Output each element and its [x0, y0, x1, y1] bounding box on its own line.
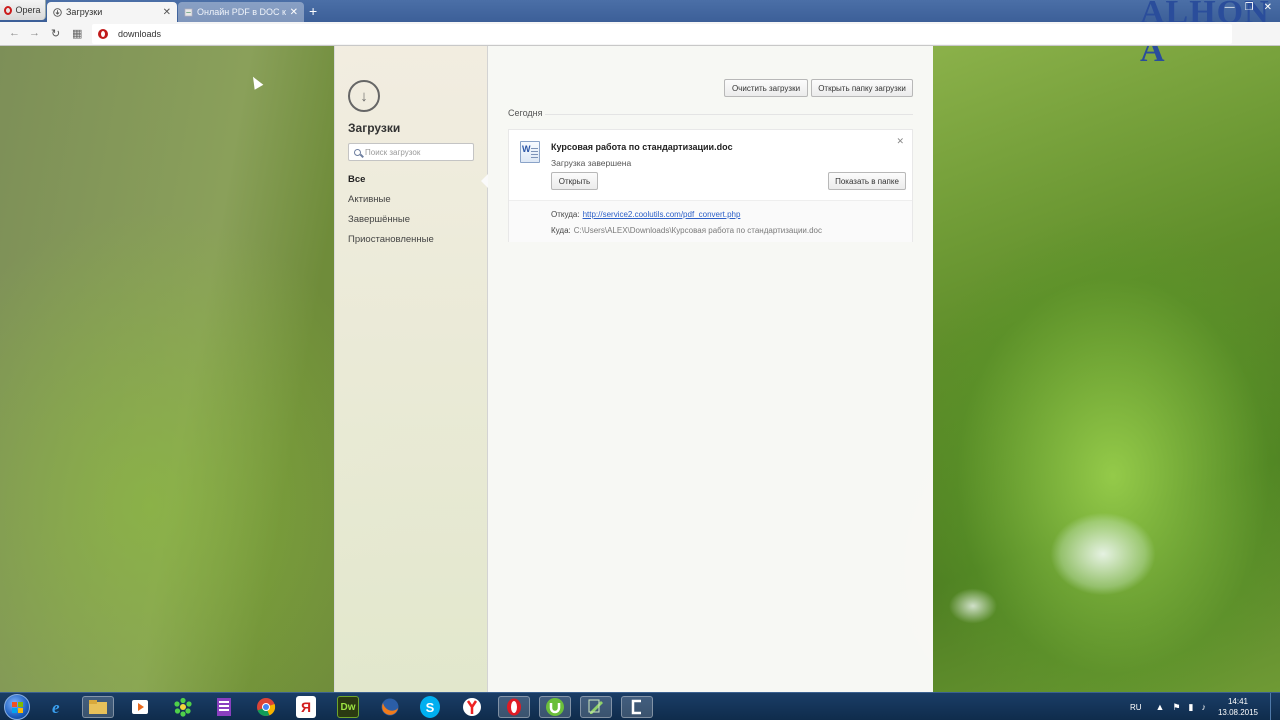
system-clock[interactable]: 14:41 13.08.2015 [1218, 696, 1258, 718]
tab-close-icon[interactable]: ✕ [163, 7, 171, 18]
windows-taskbar: e Я Dw S RU ▲ ⚑ ▮ ♪ 14:41 13.08.2015 [0, 692, 1280, 720]
selected-filter-indicator [481, 174, 488, 188]
open-file-button[interactable]: Открыть [551, 172, 598, 190]
filter-paused[interactable]: Приостановленные [348, 234, 434, 254]
download-status: Загрузка завершена [551, 158, 632, 168]
download-filters: Все Активные Завершённые Приостановленны… [348, 174, 434, 254]
filter-completed[interactable]: Завершённые [348, 214, 434, 234]
download-destination-row: Куда: C:\Users\ALEX\Downloads\Курсовая ра… [551, 226, 822, 235]
desktop-wallpaper-leaf [933, 46, 1280, 692]
notepad-icon[interactable] [580, 696, 612, 718]
tray-expand-icon[interactable]: ▲ [1156, 702, 1165, 712]
remove-download-icon[interactable]: ✕ [896, 136, 904, 147]
downloads-sidebar: ↓ Загрузки Все Активные Завершённые Прио… [334, 46, 488, 692]
forward-arrow-icon[interactable]: → [29, 27, 40, 39]
tab-close-icon[interactable]: ✕ [290, 7, 298, 18]
reload-icon[interactable]: ↻ [51, 27, 60, 40]
address-toolbar: ← → ↻ ▦ downloads [0, 22, 1280, 46]
source-label: Откуда: [551, 210, 580, 219]
downloads-main: Очистить загрузки Открыть папку загрузки… [488, 46, 933, 692]
download-source-row: Откуда: http://service2.coolutils.com/pdf… [551, 210, 740, 219]
start-button[interactable] [4, 694, 30, 720]
opera-icon[interactable] [498, 696, 530, 718]
search-icon [354, 148, 361, 156]
downloads-search-box[interactable] [348, 143, 474, 161]
maximize-icon[interactable]: ❐ [1245, 2, 1254, 13]
destination-path: C:\Users\ALEX\Downloads\Курсовая работа … [573, 226, 822, 235]
url-text: downloads [118, 29, 162, 39]
download-item: ✕ Курсовая работа по стандартизации.doc … [508, 129, 913, 242]
speed-dial-grid-icon[interactable]: ▦ [72, 27, 82, 40]
tab-pdf-converter[interactable]: Онлайн PDF в DOC конв ✕ [178, 2, 304, 22]
media-player-icon[interactable] [129, 696, 151, 718]
network-icon[interactable]: ▮ [1189, 702, 1194, 713]
download-file-name[interactable]: Курсовая работа по стандартизации.doc [551, 142, 733, 152]
yandex-browser-icon[interactable] [461, 696, 483, 718]
address-field[interactable]: downloads [92, 24, 1232, 44]
search-input[interactable] [365, 147, 470, 157]
utorrent-icon[interactable] [539, 696, 571, 718]
ie-icon[interactable]: e [48, 696, 70, 718]
destination-label: Куда: [551, 226, 571, 235]
opera-menu-label: Opera [15, 5, 41, 15]
archive-icon[interactable] [213, 696, 235, 718]
source-url-link[interactable]: http://service2.coolutils.com/pdf_conver… [583, 210, 741, 219]
firefox-icon[interactable] [379, 696, 401, 718]
opera-logo-icon [4, 5, 13, 15]
filter-all[interactable]: Все [348, 174, 434, 194]
dreamweaver-icon[interactable]: Dw [337, 696, 359, 718]
skype-icon[interactable]: S [420, 696, 440, 718]
clock-date: 13.08.2015 [1217, 708, 1258, 717]
filter-active[interactable]: Активные [348, 194, 434, 214]
window-controls: — ❐ ✕ [1225, 2, 1272, 13]
explorer-icon[interactable] [82, 696, 114, 718]
clear-downloads-button[interactable]: Очистить загрузки [724, 79, 808, 97]
volume-icon[interactable]: ♪ [1201, 702, 1206, 712]
language-indicator[interactable]: RU [1130, 703, 1142, 712]
download-icon [53, 7, 62, 17]
chrome-icon[interactable] [255, 696, 277, 718]
coolutils-icon [184, 8, 193, 16]
svg-text:e: e [52, 698, 60, 717]
show-desktop-button[interactable] [1270, 693, 1280, 720]
system-tray: RU ▲ ⚑ ▮ ♪ 14:41 13.08.2015 [1130, 693, 1276, 720]
close-window-icon[interactable]: ✕ [1264, 2, 1272, 13]
opera-menu-button[interactable]: Opera [0, 0, 46, 20]
clock-time: 14:41 [1227, 697, 1248, 706]
downloads-arrow-icon: ↓ [348, 80, 380, 112]
tab-downloads[interactable]: Загрузки ✕ [47, 2, 177, 22]
section-divider [545, 114, 913, 115]
new-tab-button[interactable]: + [309, 2, 317, 20]
download-details [509, 201, 912, 242]
sidebar-title: Загрузки [348, 121, 401, 135]
icq-icon[interactable] [172, 696, 194, 718]
minimize-icon[interactable]: — [1225, 2, 1235, 13]
camtasia-icon[interactable] [621, 696, 653, 718]
open-downloads-folder-button[interactable]: Открыть папку загрузки [811, 79, 913, 97]
tab-label: Загрузки [66, 7, 103, 17]
section-today-label: Сегодня [508, 108, 543, 118]
browser-tab-bar: Opera Загрузки ✕ Онлайн PDF в DOC конв ✕… [0, 0, 1280, 69]
word-document-icon [520, 141, 540, 163]
show-in-folder-button[interactable]: Показать в папке [828, 172, 906, 190]
yandex-icon[interactable]: Я [296, 696, 316, 718]
back-arrow-icon[interactable]: ← [9, 27, 20, 39]
tab-label: Онлайн PDF в DOC конв [197, 7, 286, 17]
opera-page-icon [98, 29, 108, 39]
action-center-flag-icon[interactable]: ⚑ [1172, 702, 1180, 713]
